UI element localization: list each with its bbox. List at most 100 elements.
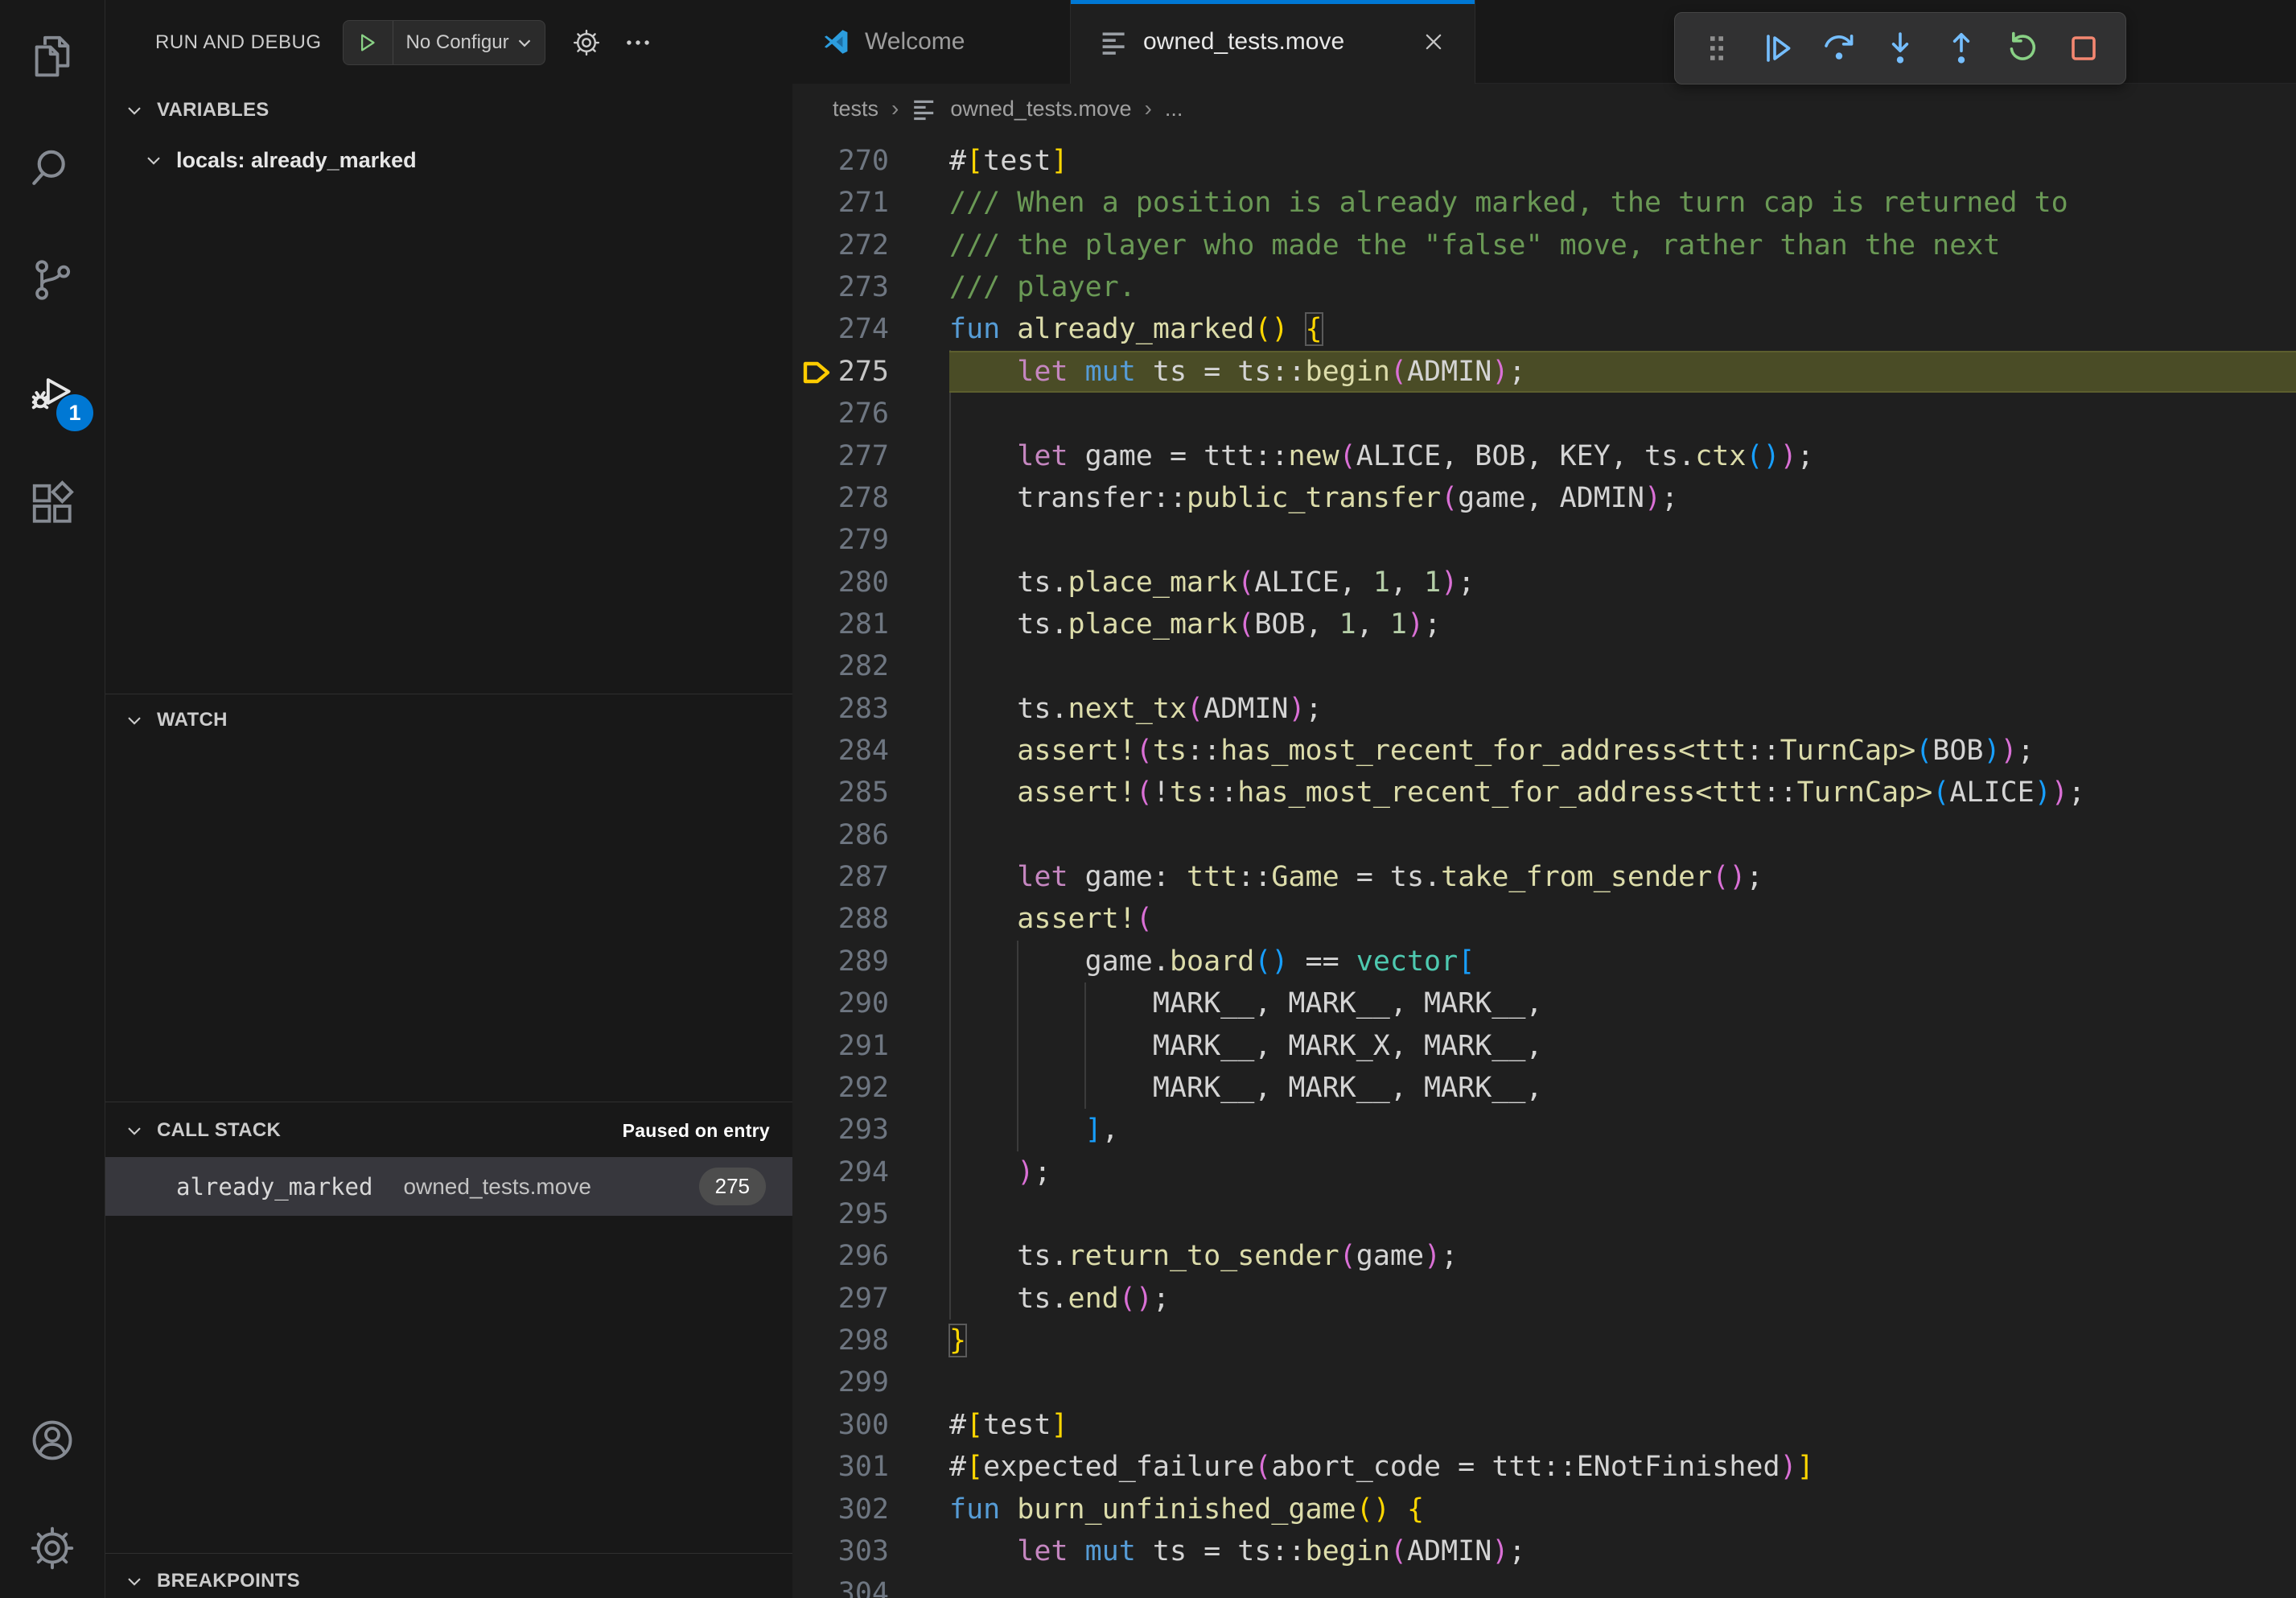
code-line-283[interactable]: 283 ts.next_tx(ADMIN);: [792, 688, 2296, 730]
code-line-293[interactable]: 293 ],: [792, 1109, 2296, 1151]
code-line-273[interactable]: 273/// player.: [792, 266, 2296, 308]
code-line-285[interactable]: 285 assert!(!ts::has_most_recent_for_add…: [792, 772, 2296, 813]
line-number[interactable]: 280: [792, 562, 949, 603]
code-line-271[interactable]: 271/// When a position is already marked…: [792, 182, 2296, 224]
step-into-button[interactable]: [1881, 29, 1920, 68]
watch-section-header[interactable]: WATCH: [105, 700, 792, 740]
code-line-277[interactable]: 277 let game = ttt::new(ALICE, BOB, KEY,…: [792, 435, 2296, 477]
toolbar-drag-handle[interactable]: [1697, 29, 1736, 68]
line-number[interactable]: 298: [792, 1320, 949, 1361]
close-icon[interactable]: [1422, 30, 1446, 54]
line-number[interactable]: 273: [792, 266, 949, 308]
code-line-295[interactable]: 295: [792, 1193, 2296, 1235]
code-line-292[interactable]: 292 MARK__, MARK__, MARK__,: [792, 1067, 2296, 1109]
call-stack-frame-row[interactable]: already_marked owned_tests.move 275: [105, 1157, 792, 1216]
code-line-288[interactable]: 288 assert!(: [792, 898, 2296, 940]
sidebar-item-run-debug[interactable]: 1: [0, 336, 105, 447]
line-number[interactable]: 281: [792, 603, 949, 645]
tab-owned-tests-move[interactable]: owned_tests.move: [1071, 0, 1475, 84]
sidebar-item-explorer[interactable]: [0, 0, 105, 112]
code-line-304[interactable]: 304: [792, 1572, 2296, 1598]
stop-button[interactable]: [2064, 29, 2103, 68]
code-line-299[interactable]: 299: [792, 1361, 2296, 1403]
code-line-287[interactable]: 287 let game: ttt::Game = ts.take_from_s…: [792, 856, 2296, 898]
start-debug-button[interactable]: [344, 21, 393, 64]
call-stack-section-header[interactable]: CALL STACK Paused on entry: [105, 1110, 792, 1151]
code-line-281[interactable]: 281 ts.place_mark(BOB, 1, 1);: [792, 603, 2296, 645]
line-number[interactable]: 288: [792, 898, 949, 940]
code-line-296[interactable]: 296 ts.return_to_sender(game);: [792, 1235, 2296, 1277]
continue-button[interactable]: [1759, 29, 1797, 68]
sidebar-item-extensions[interactable]: [0, 447, 105, 559]
code-line-284[interactable]: 284 assert!(ts::has_most_recent_for_addr…: [792, 730, 2296, 772]
code-line-274[interactable]: 274fun already_marked() {: [792, 308, 2296, 350]
line-number[interactable]: 285: [792, 772, 949, 813]
line-number[interactable]: 290: [792, 982, 949, 1024]
line-number[interactable]: 303: [792, 1530, 949, 1572]
debug-settings-gear-button[interactable]: [571, 27, 602, 58]
settings-button[interactable]: [0, 1492, 105, 1598]
variables-locals-row[interactable]: locals: already_marked: [105, 138, 792, 182]
line-number[interactable]: 289: [792, 941, 949, 982]
code-line-297[interactable]: 297 ts.end();: [792, 1278, 2296, 1320]
code-line-289[interactable]: 289 game.board() == vector[: [792, 941, 2296, 982]
step-out-button[interactable]: [1942, 29, 1981, 68]
code-line-290[interactable]: 290 MARK__, MARK__, MARK__,: [792, 982, 2296, 1024]
line-number[interactable]: 286: [792, 814, 949, 856]
code-line-294[interactable]: 294 );: [792, 1151, 2296, 1193]
more-actions-button[interactable]: [623, 27, 653, 58]
tab-welcome[interactable]: Welcome: [792, 0, 1071, 84]
line-number[interactable]: 301: [792, 1446, 949, 1488]
line-number[interactable]: 277: [792, 435, 949, 477]
sidebar-item-search[interactable]: [0, 112, 105, 224]
code-line-270[interactable]: 270#[test]: [792, 140, 2296, 182]
line-number[interactable]: 295: [792, 1193, 949, 1235]
line-number[interactable]: 287: [792, 856, 949, 898]
code-line-303[interactable]: 303 let mut ts = ts::begin(ADMIN);: [792, 1530, 2296, 1572]
line-number[interactable]: 300: [792, 1404, 949, 1446]
line-number[interactable]: 278: [792, 477, 949, 519]
line-number[interactable]: 292: [792, 1067, 949, 1109]
step-over-button[interactable]: [1820, 29, 1858, 68]
code-line-276[interactable]: 276: [792, 393, 2296, 435]
line-number[interactable]: 276: [792, 393, 949, 435]
code-line-272[interactable]: 272/// the player who made the "false" m…: [792, 224, 2296, 266]
account-button[interactable]: [0, 1384, 105, 1496]
breadcrumb-item-symbol[interactable]: ...: [1165, 97, 1183, 121]
variables-section-header[interactable]: VARIABLES: [105, 90, 792, 130]
line-number[interactable]: 302: [792, 1489, 949, 1530]
line-number[interactable]: 275: [792, 351, 949, 393]
code-line-278[interactable]: 278 transfer::public_transfer(game, ADMI…: [792, 477, 2296, 519]
line-number[interactable]: 282: [792, 645, 949, 687]
code-line-298[interactable]: 298}: [792, 1320, 2296, 1361]
line-number[interactable]: 271: [792, 182, 949, 224]
code-line-302[interactable]: 302fun burn_unfinished_game() {: [792, 1489, 2296, 1530]
code-line-279[interactable]: 279: [792, 519, 2296, 561]
code-line-300[interactable]: 300#[test]: [792, 1404, 2296, 1446]
code-editor[interactable]: 270#[test]271/// When a position is alre…: [792, 134, 2296, 1598]
line-number[interactable]: 296: [792, 1235, 949, 1277]
code-line-280[interactable]: 280 ts.place_mark(ALICE, 1, 1);: [792, 562, 2296, 603]
line-number[interactable]: 297: [792, 1278, 949, 1320]
debug-config-dropdown[interactable]: No Configur: [343, 20, 545, 65]
code-line-282[interactable]: 282: [792, 645, 2296, 687]
line-number[interactable]: 272: [792, 224, 949, 266]
line-number[interactable]: 284: [792, 730, 949, 772]
code-line-291[interactable]: 291 MARK__, MARK_X, MARK__,: [792, 1025, 2296, 1067]
code-line-275[interactable]: 275 let mut ts = ts::begin(ADMIN);: [792, 351, 2296, 393]
line-number[interactable]: 299: [792, 1361, 949, 1403]
line-number[interactable]: 291: [792, 1025, 949, 1067]
line-number[interactable]: 274: [792, 308, 949, 350]
breadcrumb-item-file[interactable]: owned_tests.move: [950, 97, 1131, 121]
line-number[interactable]: 304: [792, 1572, 949, 1598]
breadcrumb-item-tests[interactable]: tests: [833, 97, 878, 121]
line-number[interactable]: 279: [792, 519, 949, 561]
code-line-286[interactable]: 286: [792, 814, 2296, 856]
breakpoints-section-header[interactable]: BREAKPOINTS: [105, 1561, 792, 1598]
line-number[interactable]: 294: [792, 1151, 949, 1193]
code-line-301[interactable]: 301#[expected_failure(abort_code = ttt::…: [792, 1446, 2296, 1488]
line-number[interactable]: 270: [792, 140, 949, 182]
sidebar-item-source-control[interactable]: [0, 224, 105, 336]
line-number[interactable]: 293: [792, 1109, 949, 1151]
line-number[interactable]: 283: [792, 688, 949, 730]
